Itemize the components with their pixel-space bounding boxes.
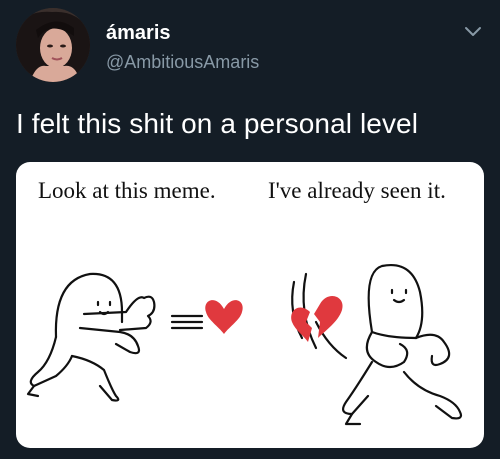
tweet-card: ámaris @AmbitiousAmaris I felt this shit…: [0, 0, 500, 459]
meme-illustration: [26, 263, 463, 426]
broken-heart-icon: [291, 296, 343, 342]
motion-lines: [170, 314, 204, 330]
user-handle[interactable]: @AmbitiousAmaris: [106, 52, 259, 73]
heart-icon: [205, 300, 243, 334]
display-name[interactable]: ámaris: [106, 22, 171, 45]
tweet-text: I felt this shit on a personal level: [16, 108, 419, 139]
right-figure: [342, 263, 463, 426]
meme-image[interactable]: Look at this meme. I've already seen it.: [16, 162, 484, 448]
avatar[interactable]: [16, 8, 90, 82]
profile-photo-icon: [16, 8, 90, 82]
chevron-down-icon[interactable]: [464, 26, 482, 38]
left-figure: [26, 272, 156, 402]
